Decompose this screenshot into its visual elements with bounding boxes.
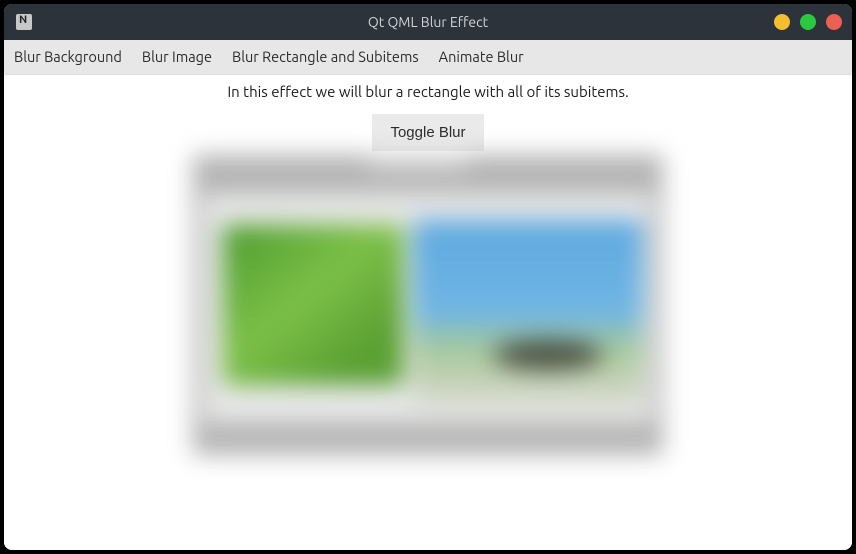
blurred-button-edge — [368, 155, 468, 171]
tabbar: Blur Background Blur Image Blur Rectangl… — [4, 40, 852, 75]
tab-animate-blur[interactable]: Animate Blur — [429, 40, 534, 74]
content-area: In this effect we will blur a rectangle … — [4, 75, 852, 550]
titlebar: Qt QML Blur Effect — [4, 4, 852, 40]
blurred-subitem-object — [493, 340, 603, 370]
close-button[interactable] — [826, 14, 842, 30]
description-text: In this effect we will blur a rectangle … — [227, 83, 628, 100]
toggle-blur-button[interactable]: Toggle Blur — [372, 114, 483, 151]
minimize-button[interactable] — [774, 14, 790, 30]
blurred-subitem-sky — [413, 220, 643, 350]
blurred-rectangle — [193, 155, 663, 455]
window-controls — [774, 4, 842, 40]
app-icon — [16, 14, 32, 30]
maximize-button[interactable] — [800, 14, 816, 30]
tab-blur-background[interactable]: Blur Background — [4, 40, 132, 74]
application-window: Qt QML Blur Effect Blur Background Blur … — [4, 4, 852, 550]
blurred-subitem-green — [223, 225, 403, 385]
tab-blur-rectangle-subitems[interactable]: Blur Rectangle and Subitems — [222, 40, 429, 74]
tab-blur-image[interactable]: Blur Image — [132, 40, 222, 74]
window-title: Qt QML Blur Effect — [4, 14, 852, 30]
